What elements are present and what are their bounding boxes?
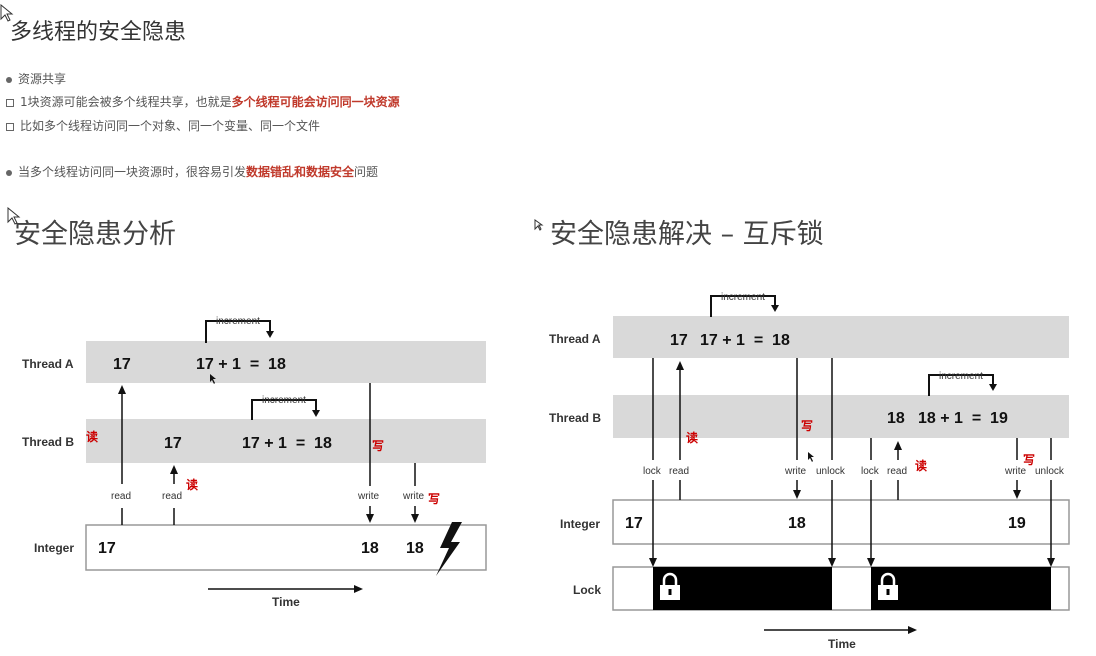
lock-op-label: lock <box>643 466 662 477</box>
arrow-right-icon <box>908 626 917 634</box>
bullet-2: 1块资源可能会被多个线程共享，也就是多个线程可能会访问同一块资源 <box>6 93 400 110</box>
increment-label: increment <box>939 371 983 382</box>
write-label: write <box>1004 466 1027 477</box>
unlock-label: unlock <box>1035 466 1065 477</box>
annotation-write: 写 <box>1023 453 1035 467</box>
arrow-right-icon <box>354 585 363 593</box>
left-heading: 安全隐患分析 <box>14 219 176 250</box>
right-heading: 安全隐患解决 – 互斥锁 <box>550 219 824 250</box>
arrow-down-icon <box>366 514 374 523</box>
bullet-3: 比如多个线程访问同一个对象、同一个变量、同一个文件 <box>6 117 320 134</box>
read-label: read <box>111 491 131 502</box>
right-mutex-diagram: Thread A Thread B Integer Lock 17 17 + 1… <box>549 292 1070 651</box>
cursor-icon <box>534 219 544 231</box>
write-label: write <box>784 466 807 477</box>
annotation-write: 写 <box>428 492 440 506</box>
read-label: read <box>669 466 689 477</box>
arrow-down-icon <box>771 305 779 312</box>
annotation-read: 读 <box>915 458 927 473</box>
increment-label: increment <box>262 395 306 406</box>
arrow-down-icon <box>411 514 419 523</box>
annotation-read: 读 <box>86 429 98 444</box>
thread-b-value: 18 <box>887 410 905 427</box>
left-race-diagram: Thread A Thread B Integer 17 17 + 1 = 18… <box>22 316 487 609</box>
cursor-icon <box>808 452 814 462</box>
thread-a-expr: 17 + 1 = 18 <box>700 332 790 349</box>
integer-label: Integer <box>560 517 600 531</box>
arrow-up-icon <box>170 465 178 474</box>
arrow-down-icon <box>989 384 997 391</box>
time-label: Time <box>828 637 856 651</box>
thread-b-label: Thread B <box>22 435 74 449</box>
time-label: Time <box>272 595 300 609</box>
cursor-icon <box>0 4 14 22</box>
arrow-down-icon <box>649 558 657 567</box>
increment-label: increment <box>216 316 260 327</box>
arrow-down-icon <box>1047 558 1055 567</box>
arrow-up-icon <box>676 361 684 370</box>
write-label: write <box>402 491 425 502</box>
thread-b-value: 17 <box>164 435 182 452</box>
annotation-read: 读 <box>686 430 698 445</box>
thread-a-label: Thread A <box>549 332 601 346</box>
page-title: 多线程的安全隐患 <box>10 20 187 45</box>
annotation-write: 写 <box>372 439 384 453</box>
thread-b-expr: 17 + 1 = 18 <box>242 435 332 452</box>
bullet-square-icon <box>6 122 14 131</box>
arrow-down-icon <box>312 410 320 417</box>
integer-value: 18 <box>361 540 379 557</box>
bullet-1: 资源共享 <box>6 70 66 87</box>
thread-a-label: Thread A <box>22 357 74 371</box>
integer-lane <box>85 524 487 571</box>
integer-lane <box>612 499 1070 545</box>
thread-b-label: Thread B <box>549 411 601 425</box>
arrow-up-icon <box>894 441 902 450</box>
unlock-label: unlock <box>816 466 846 477</box>
bullet-square-icon <box>6 98 14 107</box>
read-label: read <box>887 466 907 477</box>
thread-a-value: 17 <box>670 332 688 349</box>
arrow-down-icon <box>828 558 836 567</box>
bullet-dot-icon <box>6 76 12 83</box>
integer-start-value: 17 <box>625 515 643 532</box>
arrow-down-icon <box>867 558 875 567</box>
thread-a-expr: 17 + 1 = 18 <box>196 356 286 373</box>
lock-label: Lock <box>573 583 601 597</box>
thread-b-expr: 18 + 1 = 19 <box>918 410 1008 427</box>
integer-start-value: 17 <box>98 540 116 557</box>
thread-a-value: 17 <box>113 356 131 373</box>
integer-value: 18 <box>788 515 806 532</box>
integer-value: 19 <box>1008 515 1026 532</box>
read-label: read <box>162 491 182 502</box>
arrow-down-icon <box>1013 490 1021 499</box>
bullet-4: 当多个线程访问同一块资源时，很容易引发数据错乱和数据安全问题 <box>6 163 378 180</box>
integer-label: Integer <box>34 541 74 555</box>
bullet-dot-icon <box>6 169 12 176</box>
lock-op-label: lock <box>861 466 880 477</box>
annotation-write: 写 <box>801 419 813 433</box>
arrow-up-icon <box>118 385 126 394</box>
arrow-down-icon <box>266 331 274 338</box>
arrow-down-icon <box>793 490 801 499</box>
write-label: write <box>357 491 380 502</box>
integer-value: 18 <box>406 540 424 557</box>
cursor-icon <box>7 207 21 225</box>
increment-label: increment <box>721 292 765 303</box>
annotation-read: 读 <box>186 477 198 492</box>
thread-a-lane <box>86 341 486 383</box>
